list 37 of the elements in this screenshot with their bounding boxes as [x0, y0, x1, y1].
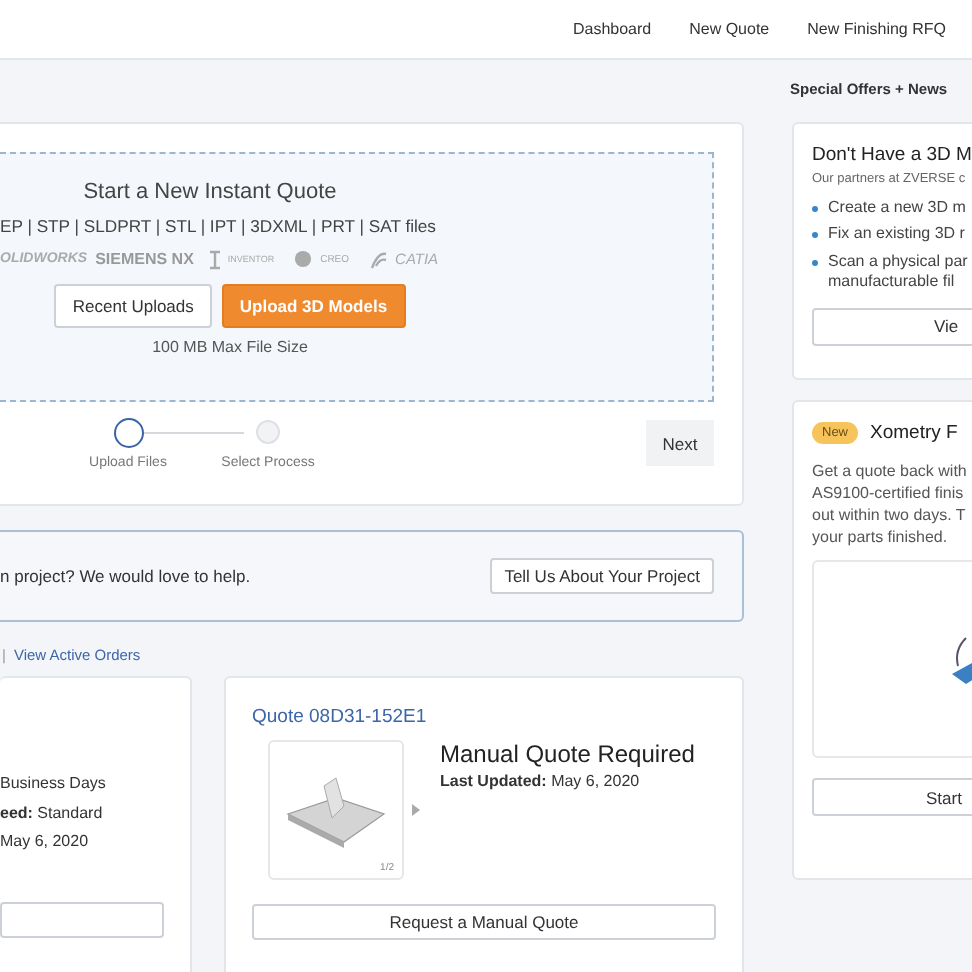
quote-link[interactable]: Quote 08D31-152E1 — [252, 706, 714, 728]
request-quote-button[interactable]: Request a Manual Quote — [252, 904, 716, 940]
file-formats-text: EP | STP | SLDPRT | STL | IPT | 3DXML | PRT | SAT files — [0, 216, 436, 236]
nav-link[interactable]: Dashboard — [572, 20, 652, 38]
bullet-icon — [812, 259, 818, 266]
order-detail-text: May 6, 2020 — [0, 832, 91, 854]
swoosh-icon — [369, 249, 388, 269]
i-beam-icon — [209, 249, 220, 269]
project-button[interactable]: Tell Us About Your Project — [490, 558, 714, 594]
bullet-icon — [812, 232, 818, 239]
sphere-icon — [294, 250, 313, 268]
cad-logo: SIEMENS NX — [95, 250, 194, 268]
last-updated-text: Last Updated: May 6, 2020 — [440, 772, 642, 790]
quote-status: Manual Quote Required — [440, 740, 695, 768]
max-file-size-text: 100 MB Max File Size — [152, 338, 308, 356]
offer-bullet-text: Create a new 3D m — [828, 198, 966, 219]
finishing-text: Get a quote back with — [812, 460, 969, 482]
finishing-title: Xometry F — [870, 422, 958, 444]
offer-bullet-text: Scan a physical par manufacturable fil — [828, 251, 968, 294]
start-button[interactable]: Start — [812, 778, 972, 816]
upload-title: Start a New Instant Quote — [83, 180, 337, 204]
nav-link[interactable]: New Finishing RFQ — [807, 20, 946, 38]
bullet-icon — [812, 206, 818, 212]
order-button[interactable] — [0, 901, 164, 937]
offer-bullet-text: Fix an existing 3D r — [828, 224, 965, 246]
order-detail-text: Business Days — [0, 774, 108, 796]
order-detail-text: eed: Standard — [0, 803, 105, 825]
finishing-text: out within two days. T — [812, 504, 968, 526]
finishing-text: your parts finished. — [812, 526, 950, 548]
recent-uploads-button[interactable]: Recent Uploads — [54, 284, 212, 328]
view-button[interactable]: Vie — [812, 307, 972, 346]
finishing-text: AS9100-certified finis — [812, 482, 966, 504]
help-text: n project? We would love to help. — [0, 566, 251, 586]
caret-right-icon[interactable] — [412, 804, 420, 816]
next-button[interactable]: Next — [646, 420, 714, 466]
offer-title: Don't Have a 3D M — [812, 144, 972, 166]
nav-link[interactable]: New Quote — [689, 20, 770, 38]
